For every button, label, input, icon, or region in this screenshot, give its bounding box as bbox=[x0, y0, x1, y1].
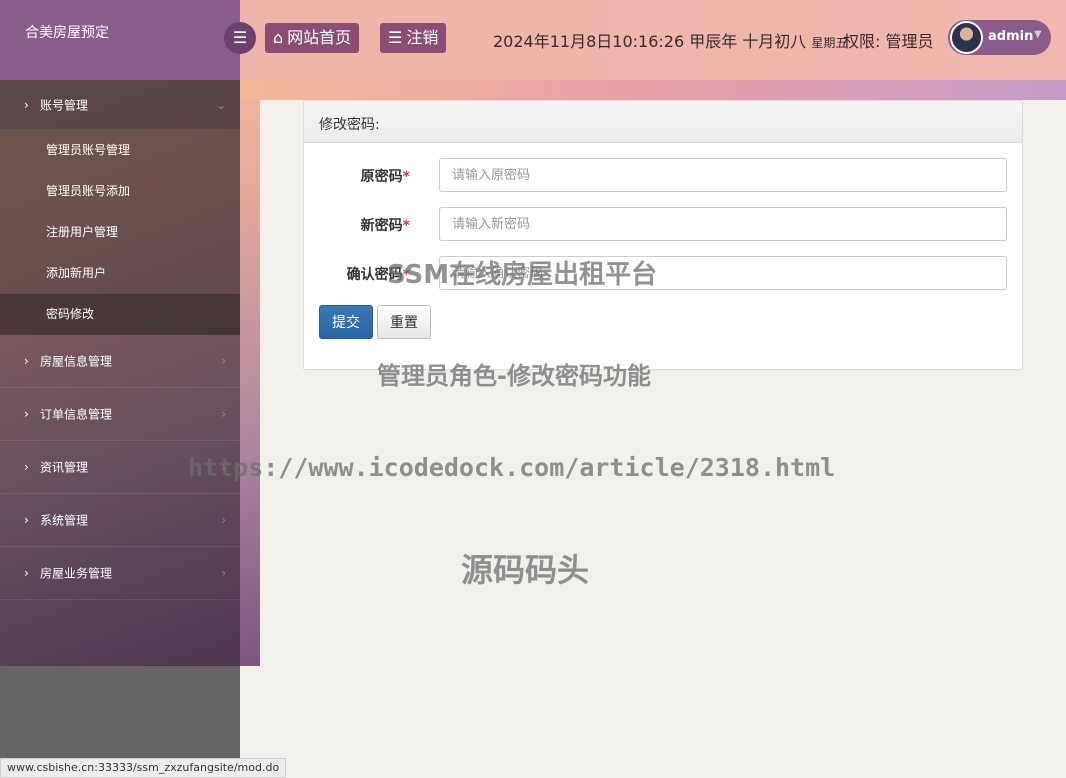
main-content: 修改密码: 原密码* 新密码* 确认密码* 提交 重置 bbox=[260, 100, 1066, 778]
old-password-label: 原密码* bbox=[360, 169, 410, 185]
watermark-title: SSM在线房屋出租平台 bbox=[387, 260, 658, 290]
watermark-subtitle: 管理员角色-修改密码功能 bbox=[377, 362, 651, 390]
chevron-right-icon: › bbox=[221, 513, 226, 527]
chevron-right-icon: › bbox=[24, 407, 29, 421]
sidebar-subitem-admin-add[interactable]: 管理员账号添加 bbox=[0, 171, 240, 212]
sidebar-item-system[interactable]: › 系统管理 › bbox=[0, 494, 240, 547]
sidebar-subitem-user-add[interactable]: 添加新用户 bbox=[0, 253, 240, 294]
sidebar-item-house[interactable]: › 房屋信息管理 › bbox=[0, 335, 240, 388]
chevron-right-icon: › bbox=[24, 566, 29, 580]
datetime-display: 2024年11月8日10:16:26 甲辰年 十月初八 星期五 bbox=[493, 28, 847, 52]
watermark-url: https://www.icodedock.com/article/2318.h… bbox=[188, 453, 836, 482]
required-mark: * bbox=[402, 169, 410, 185]
new-password-row: 新密码* bbox=[304, 207, 1024, 241]
datetime-text: 2024年11月8日10:16:26 甲辰年 十月初八 bbox=[493, 32, 807, 51]
weekday-text: 星期五 bbox=[811, 36, 848, 50]
chevron-right-icon: › bbox=[24, 354, 29, 368]
submit-button[interactable]: 提交 bbox=[319, 305, 373, 339]
home-icon: ⌂ bbox=[273, 28, 284, 47]
password-panel: 修改密码: 原密码* 新密码* 确认密码* 提交 重置 bbox=[303, 100, 1023, 370]
home-label: 网站首页 bbox=[287, 28, 352, 47]
new-password-label: 新密码* bbox=[360, 218, 410, 234]
watermark-brand: 源码码头 bbox=[461, 551, 590, 589]
permission-text: 权限: 管理员 bbox=[843, 32, 934, 51]
logout-button[interactable]: ☰ 注销 bbox=[380, 23, 447, 53]
sidebar-item-label: 房屋信息管理 bbox=[40, 354, 113, 369]
chevron-right-icon: › bbox=[221, 566, 226, 580]
sidebar-item-label: 订单信息管理 bbox=[40, 407, 113, 422]
sidebar-item-label: 资讯管理 bbox=[40, 460, 89, 475]
new-password-input[interactable] bbox=[439, 207, 1007, 241]
sidebar-subitem-admin-manage[interactable]: 管理员账号管理 bbox=[0, 130, 240, 171]
sidebar-item-label: 系统管理 bbox=[40, 513, 89, 528]
chevron-down-icon: ⌄ bbox=[215, 97, 226, 112]
bars-icon: ☰ bbox=[388, 28, 403, 47]
avatar bbox=[950, 21, 983, 54]
sidebar-submenu: 管理员账号管理 管理员账号添加 注册用户管理 添加新用户 密码修改 bbox=[0, 130, 240, 335]
chevron-right-icon: › bbox=[24, 460, 29, 474]
required-mark: * bbox=[402, 218, 410, 234]
bars-icon: ☰ bbox=[232, 28, 248, 47]
sidebar-item-business[interactable]: › 房屋业务管理 › bbox=[0, 547, 240, 600]
home-button[interactable]: ⌂ 网站首页 bbox=[265, 23, 360, 53]
sidebar: › 账号管理 ⌄ 管理员账号管理 管理员账号添加 注册用户管理 添加新用户 密码… bbox=[0, 80, 240, 666]
sidebar-item-orders[interactable]: › 订单信息管理 › bbox=[0, 388, 240, 441]
user-name: admin bbox=[988, 29, 1034, 44]
sidebar-subitem-user-manage[interactable]: 注册用户管理 bbox=[0, 212, 240, 253]
sidebar-item-label: 账号管理 bbox=[40, 98, 89, 112]
user-menu[interactable]: admin ▼ bbox=[948, 20, 1051, 55]
reset-button[interactable]: 重置 bbox=[377, 305, 431, 339]
browser-status-url: www.csbishe.cn:33333/ssm_zxzufangsite/mo… bbox=[0, 758, 287, 778]
sidebar-subitem-password[interactable]: 密码修改 bbox=[0, 294, 240, 335]
old-password-row: 原密码* bbox=[304, 158, 1024, 192]
chevron-right-icon: › bbox=[24, 97, 29, 112]
chevron-right-icon: › bbox=[221, 354, 226, 368]
brand-area: 合美房屋预定 bbox=[0, 0, 240, 80]
background-strip bbox=[240, 80, 1066, 100]
top-bar: 合美房屋预定 ☰ ⌂ 网站首页 ☰ 注销 2024年11月8日10:16:26 甲辰… bbox=[0, 0, 1066, 80]
sidebar-item-account[interactable]: › 账号管理 ⌄ bbox=[0, 80, 240, 130]
sidebar-item-label: 房屋业务管理 bbox=[40, 566, 113, 581]
chevron-right-icon: › bbox=[221, 407, 226, 421]
sidebar-toggle-button[interactable]: ☰ bbox=[224, 22, 256, 54]
old-password-input[interactable] bbox=[439, 158, 1007, 192]
chevron-right-icon: › bbox=[24, 513, 29, 527]
brand-title: 合美房屋预定 bbox=[25, 25, 109, 41]
panel-title: 修改密码: bbox=[304, 101, 1022, 143]
caret-down-icon: ▼ bbox=[1034, 29, 1042, 40]
logout-label: 注销 bbox=[406, 28, 439, 47]
